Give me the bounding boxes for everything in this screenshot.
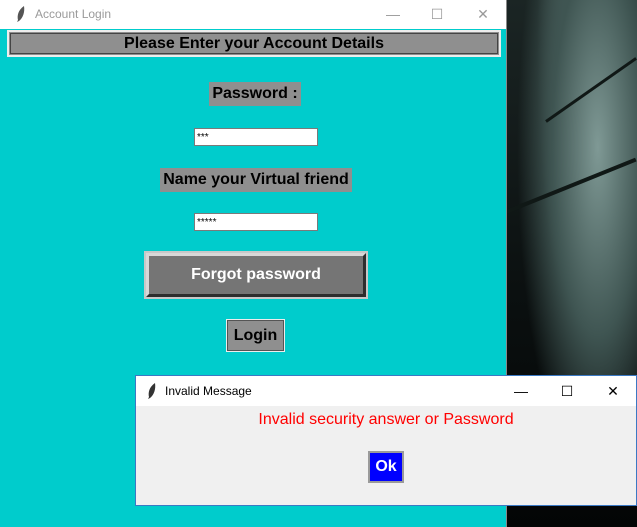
- feather-icon: [16, 6, 26, 25]
- close-icon[interactable]: ✕: [460, 0, 506, 29]
- feather-icon: [147, 383, 157, 404]
- leaf-stem: [505, 157, 637, 214]
- page-header: Please Enter your Account Details: [7, 30, 501, 57]
- window-title: Account Login: [35, 7, 112, 21]
- forgot-password-button[interactable]: Forgot password: [144, 251, 368, 299]
- invalid-message-dialog: Invalid Message — ☐ ✕ Invalid security a…: [135, 375, 637, 506]
- maximize-icon[interactable]: ☐: [414, 0, 460, 29]
- virtual-friend-label: Name your Virtual friend: [160, 168, 352, 192]
- error-message: Invalid security answer or Password: [258, 411, 514, 428]
- ok-button[interactable]: Ok: [368, 451, 404, 483]
- login-button[interactable]: Login: [226, 319, 285, 352]
- dialog-title-bar: Invalid Message — ☐ ✕: [136, 376, 636, 406]
- leaf-vein: [545, 57, 637, 123]
- password-field[interactable]: ***: [194, 128, 318, 146]
- maximize-icon[interactable]: ☐: [544, 376, 590, 406]
- title-bar: Account Login — ☐ ✕: [0, 0, 506, 29]
- password-label: Password :: [209, 82, 301, 106]
- dialog-title: Invalid Message: [165, 384, 252, 398]
- minimize-icon[interactable]: —: [370, 0, 416, 29]
- close-icon[interactable]: ✕: [590, 376, 636, 406]
- minimize-icon[interactable]: —: [498, 376, 544, 406]
- virtual-friend-field[interactable]: *****: [194, 213, 318, 231]
